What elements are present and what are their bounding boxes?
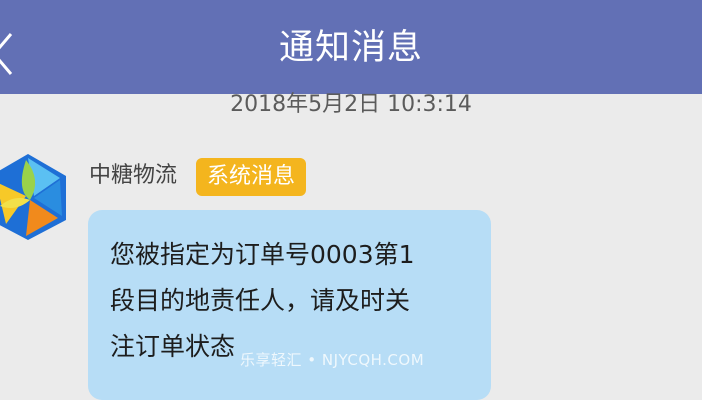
message-bubble[interactable]: 您被指定为订单号0003第1 段目的地责任人，请及时关 注订单状态 — [88, 210, 491, 400]
sender-name: 中糖物流 — [89, 163, 178, 188]
message-timestamp: 2018年5月2日 10:3:14 — [230, 92, 472, 117]
page-title: 通知消息 — [278, 28, 423, 68]
sender-avatar[interactable] — [0, 150, 70, 242]
company-logo-icon — [0, 154, 66, 240]
system-message-badge: 系统消息 — [196, 158, 307, 196]
watermark: 乐享轻汇 • NJYCQH.COM — [240, 351, 425, 369]
app-header: 通知消息 — [0, 0, 702, 94]
